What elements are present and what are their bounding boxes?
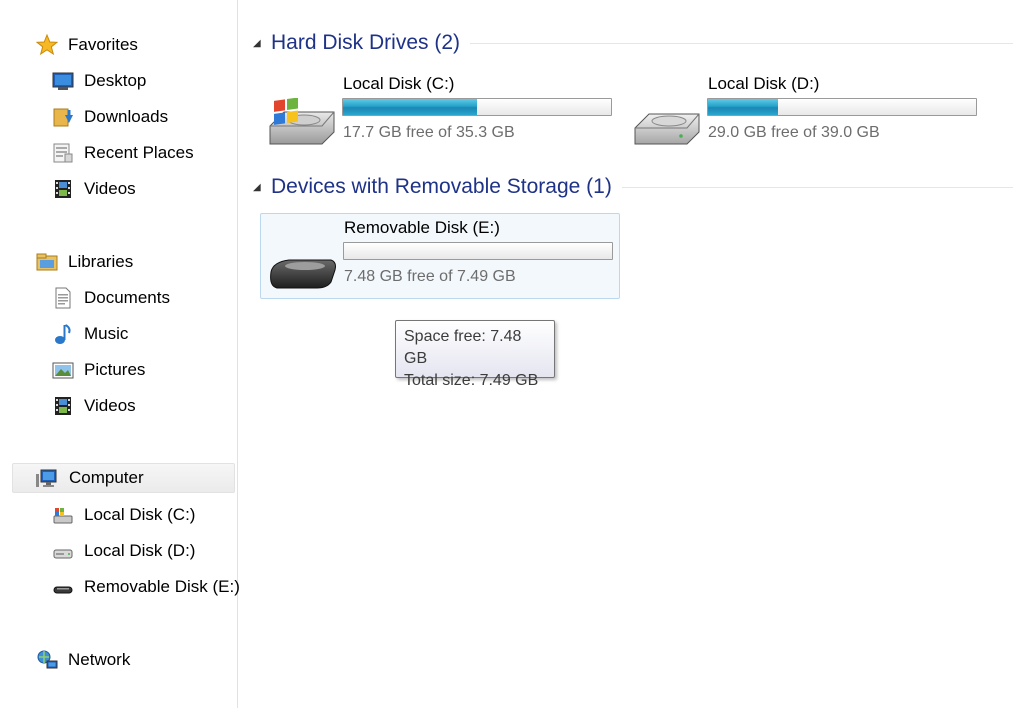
nav-item-label: Videos (84, 396, 136, 415)
system-drive-icon (266, 97, 336, 148)
desktop-icon (52, 70, 74, 92)
nav-item-videos[interactable]: Videos (18, 174, 234, 204)
group-divider (621, 186, 1013, 188)
computer-icon (35, 468, 57, 490)
nav-item-pictures[interactable]: Pictures (18, 355, 234, 385)
drive-name: Removable Disk (E:) (344, 218, 500, 237)
nav-item-recent-places[interactable]: Recent Places (18, 138, 234, 168)
nav-item-local-disk-c[interactable]: Local Disk (C:) (18, 500, 234, 530)
document-icon (52, 287, 74, 309)
drive-usage-fill (343, 99, 477, 115)
drive-free-space: 17.7 GB free of 35.3 GB (343, 124, 515, 141)
nav-item-desktop[interactable]: Desktop (18, 66, 234, 96)
downloads-folder-icon (52, 106, 74, 128)
libraries-icon (36, 251, 58, 273)
navigation-pane: Favorites Desktop Downloads Recent Place… (0, 0, 240, 708)
drive-name: Local Disk (D:) (708, 74, 820, 93)
nav-favorites-label: Favorites (68, 35, 138, 54)
drive-usage-bar (707, 98, 977, 116)
nav-item-downloads[interactable]: Downloads (18, 102, 234, 132)
group-title: Devices with Removable Storage (1) (271, 175, 612, 198)
nav-network[interactable]: Network (18, 645, 234, 675)
nav-item-label: Local Disk (D:) (84, 541, 196, 560)
tooltip-space-free: Space free: 7.48 GB (404, 328, 522, 367)
drive-local-disk-d[interactable]: Local Disk (D:) 29.0 GB free of 39.0 GB (625, 70, 985, 156)
collapse-arrow-icon[interactable]: ◢ (253, 38, 271, 49)
drive-usage-bar (342, 98, 612, 116)
group-title: Hard Disk Drives (2) (271, 31, 461, 54)
group-header-removable-storage[interactable]: ◢ Devices with Removable Storage (1) (253, 173, 1013, 201)
group-divider (470, 42, 1013, 44)
nav-item-label: Local Disk (C:) (84, 505, 196, 524)
removable-drive-icon (52, 576, 74, 598)
system-drive-icon (52, 504, 74, 526)
drive-free-space: 7.48 GB free of 7.49 GB (344, 268, 516, 285)
nav-computer-label: Computer (69, 468, 144, 487)
nav-item-removable-disk-e[interactable]: Removable Disk (E:) (18, 572, 240, 602)
nav-item-label: Documents (84, 288, 170, 307)
drive-free-space: 29.0 GB free of 39.0 GB (708, 124, 880, 141)
group-header-hard-disk-drives[interactable]: ◢ Hard Disk Drives (2) (253, 29, 1013, 57)
nav-item-label: Music (84, 324, 129, 343)
drive-local-disk-c[interactable]: Local Disk (C:) 17.7 GB free of 35.3 GB (260, 70, 620, 156)
network-icon (36, 649, 58, 671)
recent-places-icon (52, 142, 74, 164)
tooltip-total-size: Total size: 7.49 GB (404, 372, 539, 389)
nav-item-videos-library[interactable]: Videos (18, 391, 234, 421)
nav-item-label: Removable Disk (E:) (84, 577, 240, 596)
drive-removable-disk-e[interactable]: Removable Disk (E:) 7.48 GB free of 7.49… (260, 213, 620, 299)
hard-drive-icon (631, 98, 701, 148)
film-icon (52, 395, 74, 417)
nav-item-label: Downloads (84, 107, 169, 126)
nav-item-label: Videos (84, 179, 136, 198)
drive-name: Local Disk (C:) (343, 74, 455, 93)
drive-usage-bar (343, 242, 613, 260)
drive-usage-fill (708, 99, 778, 115)
nav-item-label: Desktop (84, 71, 147, 90)
drive-tooltip: Space free: 7.48 GB Total size: 7.49 GB (395, 320, 555, 389)
nav-computer[interactable]: Computer (12, 463, 235, 493)
nav-libraries[interactable]: Libraries (18, 247, 234, 277)
nav-item-label: Pictures (84, 360, 146, 379)
nav-favorites[interactable]: Favorites (18, 30, 234, 60)
star-icon (36, 34, 58, 56)
music-note-icon (52, 323, 74, 345)
nav-item-local-disk-d[interactable]: Local Disk (D:) (18, 536, 234, 566)
collapse-arrow-icon[interactable]: ◢ (253, 182, 271, 193)
nav-network-label: Network (68, 650, 131, 669)
picture-icon (52, 359, 74, 381)
nav-item-label: Recent Places (84, 143, 194, 162)
film-icon (52, 178, 74, 200)
nav-item-music[interactable]: Music (18, 319, 234, 349)
hard-drive-icon (52, 540, 74, 562)
nav-item-documents[interactable]: Documents (18, 283, 234, 313)
removable-drive-icon (267, 242, 337, 292)
nav-libraries-label: Libraries (68, 252, 134, 271)
